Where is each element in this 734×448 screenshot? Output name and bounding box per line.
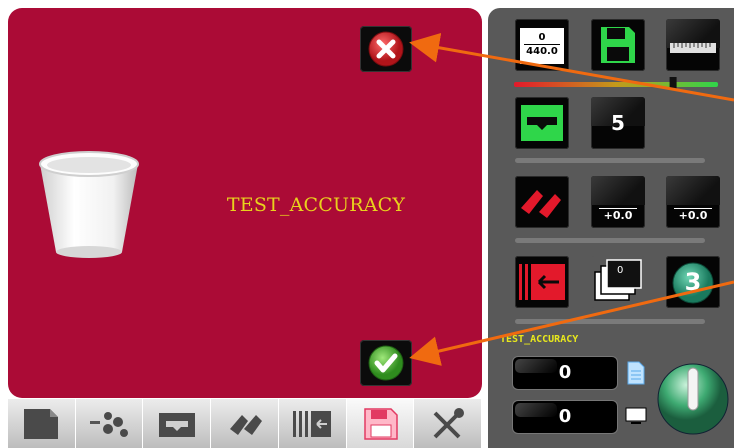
divider-3: [515, 319, 705, 324]
format-page: 0 440.0: [520, 28, 564, 64]
transport-button[interactable]: [515, 176, 569, 228]
trash-bin-icon: [39, 151, 139, 258]
edge-red-icon: [519, 264, 565, 300]
offset-value-1: +0.0: [603, 209, 633, 222]
format-button[interactable]: 0 440.0: [515, 19, 569, 71]
ruler-icon: [670, 43, 716, 53]
document-icon: [627, 361, 645, 385]
monitor-icon: [625, 407, 647, 424]
stack-button[interactable]: 0: [591, 256, 645, 308]
tray-icon: [158, 412, 195, 437]
edge-button[interactable]: [515, 256, 569, 308]
tools-icon: [433, 407, 464, 438]
divider-2: [515, 238, 705, 243]
transport-red-icon: [521, 190, 561, 218]
floppy-icon: [601, 27, 635, 63]
mode-button[interactable]: 3: [666, 256, 720, 308]
counter-value: 5: [611, 111, 625, 135]
tray-green-icon: [521, 105, 563, 141]
tab-tray[interactable]: [143, 399, 212, 448]
divider-1: [515, 158, 705, 163]
value-field-2-text: 0: [558, 406, 572, 427]
mode-number: 3: [684, 268, 702, 296]
offset-button-1[interactable]: +0.0: [591, 176, 645, 228]
value-field-1-text: 0: [558, 362, 572, 383]
tab-save[interactable]: [346, 399, 415, 448]
check-icon: [368, 345, 404, 381]
level-slider[interactable]: [512, 76, 722, 92]
save-settings-button[interactable]: [591, 19, 645, 71]
page-icon: [24, 408, 59, 439]
panel-label: TEST_ACCURACY: [500, 334, 579, 345]
control-panel: 0 440.0 5 +0.0 +0.0 0 3 TEST_ACCURACY 0 …: [488, 8, 734, 448]
offset-button-2[interactable]: +0.0: [666, 176, 720, 228]
dialog-message: TEST_ACCURACY: [226, 194, 406, 216]
value-field-1[interactable]: 0: [512, 356, 618, 390]
tab-feeder[interactable]: [75, 399, 144, 448]
power-knob[interactable]: [654, 360, 732, 438]
format-top-value: 0: [538, 32, 546, 43]
slider-thumb[interactable]: [669, 77, 677, 90]
stack-icon: [594, 259, 642, 301]
transport-icon: [229, 414, 262, 435]
stack-count: 0: [617, 265, 624, 276]
tab-transport[interactable]: [211, 399, 279, 448]
edge-icon: [293, 410, 332, 437]
tab-tools[interactable]: [414, 399, 483, 448]
ruler-button[interactable]: [666, 19, 720, 71]
confirm-button[interactable]: [360, 340, 412, 386]
counter-button[interactable]: 5: [591, 97, 645, 149]
feeder-icon: [90, 411, 129, 437]
close-icon: [368, 31, 404, 67]
bottom-tab-bar: [8, 399, 483, 448]
offset-value-2: +0.0: [678, 209, 708, 222]
format-bottom-value: 440.0: [524, 44, 560, 58]
tab-page[interactable]: [8, 399, 76, 448]
close-button[interactable]: [360, 26, 412, 72]
tray-button[interactable]: [515, 97, 569, 149]
dialog-panel: TEST_ACCURACY: [8, 8, 482, 398]
save-icon: [364, 407, 398, 440]
value-field-2[interactable]: 0: [512, 400, 618, 434]
tab-edge[interactable]: [278, 399, 347, 448]
